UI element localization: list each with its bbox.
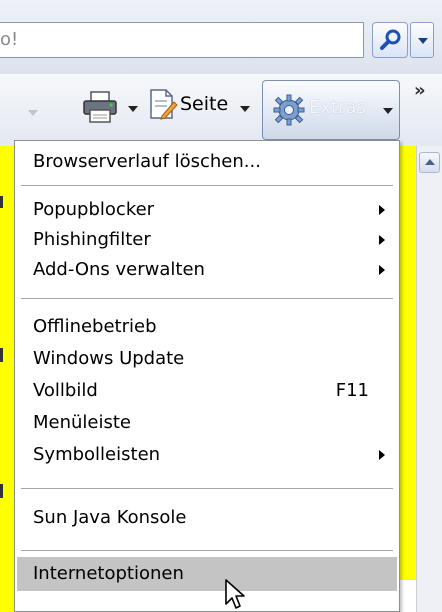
chevron-down-icon [383,108,393,114]
search-button[interactable] [372,22,408,58]
print-dropdown-arrow[interactable] [128,106,138,112]
page-text-fragment [0,196,3,208]
menu-item-phishingfilter[interactable]: Phishingfilter [17,225,397,255]
page-menu-label[interactable]: Seite [180,93,228,115]
menu-item-vollbild[interactable]: Vollbild F11 [17,376,397,406]
menu-item-browserverlauf-loeschen[interactable]: Browserverlauf löschen... [17,147,397,177]
menu-item-shortcut: F11 [335,380,369,401]
gear-icon [273,94,305,126]
submenu-arrow-icon [379,235,385,245]
vertical-scrollbar[interactable] [416,146,442,612]
menu-item-label: Popupblocker [33,199,155,220]
page-icon[interactable] [148,88,178,120]
search-bar: o! [0,0,442,74]
scroll-up-button[interactable] [419,152,440,173]
menu-item-label: Internetoptionen [33,563,184,584]
menu-item-menueleiste[interactable]: Menüleiste [17,408,397,438]
search-options-dropdown[interactable] [410,22,434,58]
menu-item-sun-java-konsole[interactable]: Sun Java Konsole [17,503,397,533]
submenu-arrow-icon [379,265,385,275]
menu-item-popupblocker[interactable]: Popupblocker [17,195,397,225]
extras-label: Extras [309,97,366,118]
menu-item-offlinebetrieb[interactable]: Offlinebetrieb [17,312,397,342]
page-dropdown-arrow[interactable] [240,106,250,112]
menu-item-label: Symbolleisten [33,444,161,465]
submenu-arrow-icon [379,450,385,460]
submenu-arrow-icon [379,205,385,215]
page-text-fragment [0,348,3,362]
extras-menu: Browserverlauf löschen... Popupblocker P… [14,140,400,612]
page-text-fragment [0,484,3,498]
menu-item-label: Vollbild [33,380,98,401]
mouse-pointer-icon [225,579,245,609]
menu-item-add-ons-verwalten[interactable]: Add-Ons verwalten [17,255,397,285]
menu-item-label: Offlinebetrieb [33,316,157,337]
printer-icon[interactable] [82,90,118,124]
menu-item-internetoptionen[interactable]: Internetoptionen [17,557,397,591]
menu-item-symbolleisten[interactable]: Symbolleisten [17,440,397,470]
menu-separator [21,488,393,489]
menu-item-label: Phishingfilter [33,229,151,250]
search-input[interactable]: o! [0,22,364,58]
menu-separator [21,550,393,551]
search-icon [380,29,401,50]
menu-separator [21,185,393,186]
menu-item-label: Windows Update [33,348,185,369]
menu-item-windows-update[interactable]: Windows Update [17,344,397,374]
more-commands-chevron[interactable]: » [414,80,426,101]
menu-separator [21,298,393,299]
chevron-down-icon[interactable] [28,110,38,116]
menu-item-label: Browserverlauf löschen... [33,151,261,172]
extras-button[interactable]: Extras [262,80,400,140]
menu-item-label: Add-Ons verwalten [33,259,205,280]
menu-item-label: Menüleiste [33,412,132,433]
menu-item-label: Sun Java Konsole [33,507,187,528]
